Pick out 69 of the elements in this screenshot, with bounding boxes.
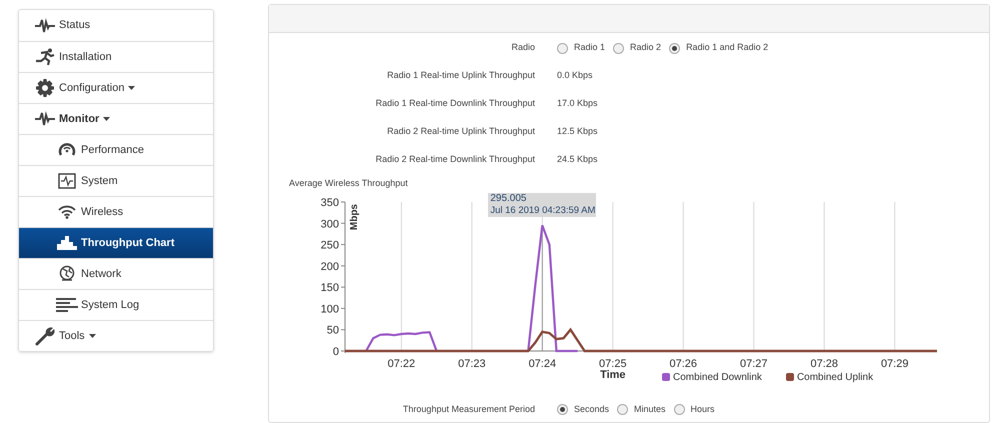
caret-icon xyxy=(103,117,110,121)
radio-label: Hours xyxy=(690,402,715,416)
menu-item[interactable]: Monitor xyxy=(19,103,213,134)
y-tick-label: 350 xyxy=(320,196,339,208)
wrench-icon xyxy=(35,326,55,346)
menu-item[interactable]: Throughput Chart xyxy=(19,227,213,258)
field-label: Radio 1 Real-time Uplink Throughput xyxy=(386,69,536,82)
pulse-icon xyxy=(35,18,55,34)
field-label: Throughput Measurement Period xyxy=(402,402,536,416)
x-tick-label: 07:26 xyxy=(670,358,698,370)
field-value: 12.5 Kbps xyxy=(557,125,598,138)
field-value: 24.5 Kbps xyxy=(557,153,598,166)
y-axis-title: Mbps xyxy=(349,204,360,230)
menu-item[interactable]: Network xyxy=(19,258,213,289)
menu-item[interactable]: Wireless xyxy=(19,196,213,227)
menu-item[interactable]: Performance xyxy=(19,134,213,165)
wifi-icon xyxy=(58,205,76,219)
x-axis-title: Time xyxy=(600,368,626,380)
radio-label: Radio 1 xyxy=(574,41,606,54)
caret-icon xyxy=(88,334,96,338)
menu-item[interactable]: Tools xyxy=(19,320,213,351)
globe-icon xyxy=(58,265,76,283)
field-value: 17.0 Kbps xyxy=(557,97,598,110)
x-tick-label: 07:24 xyxy=(528,358,556,370)
radio-button[interactable] xyxy=(557,404,568,415)
field-label: Radio 1 Real-time Downlink Throughput xyxy=(374,97,536,110)
gear-icon xyxy=(36,79,54,97)
x-tick-label: 07:22 xyxy=(388,358,416,370)
pulse-icon xyxy=(35,111,55,127)
legend-label: Combined Uplink xyxy=(796,370,874,384)
y-tick-label: 150 xyxy=(320,282,339,294)
menu-item[interactable]: Installation xyxy=(19,41,213,72)
x-tick-label: 07:28 xyxy=(810,358,838,370)
menu-item[interactable]: System Log xyxy=(19,289,213,320)
caret-icon xyxy=(128,86,136,90)
y-tick-label: 300 xyxy=(320,218,339,230)
tooltip-time: Jul 16 2019 04:23:59 AM xyxy=(490,204,596,217)
legend-label: Combined Downlink xyxy=(673,370,762,384)
radio-button[interactable] xyxy=(613,42,624,54)
menu-item[interactable]: Status xyxy=(19,10,213,41)
field-label: Radio 2 Real-time Downlink Throughput xyxy=(374,153,536,166)
radio-label: Minutes xyxy=(634,402,666,416)
radio-button[interactable] xyxy=(617,404,628,415)
menu-item[interactable]: System xyxy=(19,165,213,196)
radio-label: Seconds xyxy=(574,402,610,416)
field-label: Radio xyxy=(510,41,536,54)
x-tick-label: 07:29 xyxy=(880,358,908,370)
lines-icon xyxy=(56,298,78,312)
y-tick-label: 50 xyxy=(326,324,339,336)
bar-chart-icon xyxy=(57,236,77,250)
radio-button[interactable] xyxy=(557,42,568,54)
radio-button[interactable] xyxy=(674,404,685,415)
y-tick-label: 200 xyxy=(320,260,339,272)
radio-label: Radio 1 and Radio 2 xyxy=(686,41,768,54)
x-tick-label: 07:27 xyxy=(740,358,768,370)
menu-item[interactable]: Configuration xyxy=(19,72,213,103)
field-value: 0.0 Kbps xyxy=(557,69,593,82)
radio-button[interactable] xyxy=(669,42,680,54)
y-tick-label: 250 xyxy=(320,239,339,252)
monitor-icon xyxy=(58,173,76,189)
chart-title: Average Wireless Throughput xyxy=(289,177,409,190)
y-tick-label: 0 xyxy=(332,346,339,358)
x-tick-label: 07:25 xyxy=(599,358,627,370)
x-tick-label: 07:23 xyxy=(458,358,486,370)
field-label: Radio 2 Real-time Uplink Throughput xyxy=(386,125,536,138)
runner-icon xyxy=(35,48,55,66)
y-tick-label: 100 xyxy=(320,302,339,315)
radio-label: Radio 2 xyxy=(630,41,662,54)
tooltip-value: 295.005 xyxy=(490,192,526,205)
